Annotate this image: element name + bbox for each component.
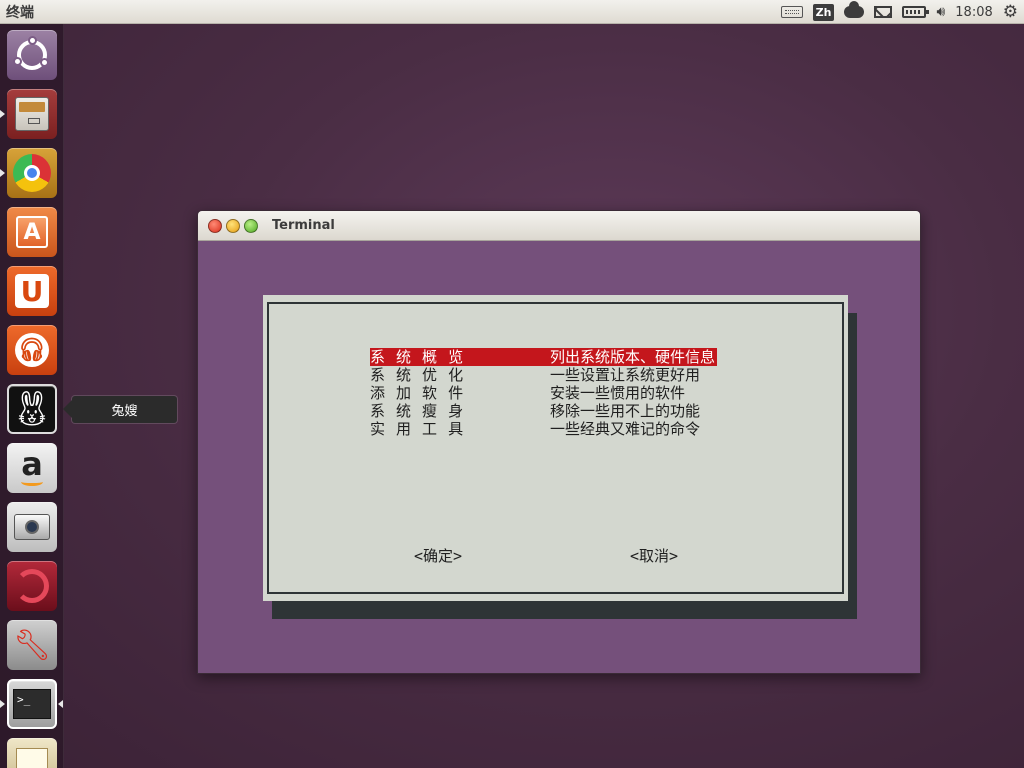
window-titlebar[interactable]: Terminal	[198, 211, 920, 241]
launcher-tusao[interactable]: 🐰︎	[7, 384, 57, 434]
launcher-red-app[interactable]	[7, 561, 57, 611]
window-title: Terminal	[272, 218, 335, 233]
menu-item-slim[interactable]: 系 统 瘦 身 移除一些用不上的功能	[370, 402, 717, 420]
running-indicator	[0, 110, 5, 118]
ubuntu-one-icon: U	[15, 274, 49, 308]
launcher: A U 🎧︎ 🐰︎ a 🔧︎ >_	[0, 24, 64, 768]
shopping-bag-icon: A	[16, 216, 48, 248]
maximize-icon[interactable]	[244, 218, 258, 233]
swirl-icon	[15, 569, 49, 603]
document-icon	[16, 748, 48, 768]
menu-item-desc: 安装一些惯用的软件	[550, 384, 686, 402]
headphones-icon: 🎧︎	[15, 333, 49, 367]
menu-item-key: 系 统 概 览	[370, 348, 550, 366]
menu-item-tools[interactable]: 实 用 工 具 一些经典又难记的命令	[370, 420, 717, 438]
menu-item-desc: 一些经典又难记的命令	[550, 420, 701, 438]
indicator-area: Zh 🔊︎ 18:08 ⚙	[780, 0, 1018, 24]
launcher-ubuntu-one[interactable]: U	[7, 266, 57, 316]
keyboard-indicator[interactable]	[780, 0, 803, 24]
messaging-indicator[interactable]	[874, 0, 893, 24]
running-indicator	[0, 169, 5, 177]
running-indicator	[0, 700, 5, 708]
menu-item-key: 添 加 软 件	[370, 384, 465, 402]
launcher-ubuntu-dash[interactable]	[7, 30, 57, 80]
menu-item-desc: 一些设置让系统更好用	[550, 366, 701, 384]
launcher-software-center[interactable]: A	[7, 207, 57, 257]
menu-item-desc: 列出系统版本、硬件信息	[550, 348, 718, 366]
focused-indicator	[58, 700, 63, 708]
menu-item-key: 实 用 工 具	[370, 420, 465, 438]
menu-item-overview[interactable]: 系 统 概 览 列出系统版本、硬件信息	[370, 348, 718, 366]
launcher-document[interactable]	[7, 738, 57, 768]
ubuntu-logo-icon	[13, 36, 49, 70]
cloud-indicator[interactable]	[844, 0, 865, 24]
launcher-terminal[interactable]: >_	[7, 679, 57, 729]
volume-icon[interactable]: 🔊︎	[936, 0, 945, 24]
mail-icon	[874, 6, 893, 18]
cancel-button[interactable]: <取消>	[630, 545, 678, 566]
camera-icon	[14, 514, 50, 540]
ok-button[interactable]: <确定>	[414, 545, 462, 566]
wrench-icon: 🔧︎	[12, 627, 52, 663]
dialog-border	[267, 302, 844, 594]
bunny-icon: 🐰︎	[10, 389, 54, 429]
launcher-ubuntu-one-music[interactable]: 🎧︎	[7, 325, 57, 375]
launcher-files[interactable]	[7, 89, 57, 139]
close-icon[interactable]	[208, 218, 222, 233]
launcher-tooltip: 兔嫂	[63, 396, 177, 423]
top-panel: 终端 Zh 🔊︎ 18:08 ⚙	[0, 0, 1024, 24]
battery-indicator[interactable]	[902, 0, 930, 24]
menu-item-key: 系 统 优 化	[370, 366, 465, 384]
terminal-window: Terminal 系 统 概 览 列出系统版本、硬件信息 系 统 优 化 一些设…	[197, 210, 921, 674]
menu-item-add-software[interactable]: 添 加 软 件 安装一些惯用的软件	[370, 384, 717, 402]
input-method-label: Zh	[812, 3, 835, 21]
launcher-chrome[interactable]	[7, 148, 57, 198]
menu-item-desc: 移除一些用不上的功能	[550, 402, 701, 420]
input-method-indicator[interactable]: Zh	[812, 0, 835, 24]
launcher-shotwell[interactable]	[7, 502, 57, 552]
cloud-icon	[844, 1, 865, 18]
file-cabinet-icon	[15, 97, 49, 131]
minimize-icon[interactable]	[226, 218, 240, 233]
menu-list: 系 统 概 览 列出系统版本、硬件信息 系 统 优 化 一些设置让系统更好用 添…	[370, 348, 718, 438]
launcher-amazon[interactable]: a	[7, 443, 57, 493]
clock[interactable]: 18:08	[955, 0, 992, 24]
session-gear-icon[interactable]: ⚙	[1003, 0, 1018, 24]
whiptail-dialog: 系 统 概 览 列出系统版本、硬件信息 系 统 优 化 一些设置让系统更好用 添…	[263, 295, 848, 601]
menu-item-optimize[interactable]: 系 统 优 化 一些设置让系统更好用	[370, 366, 717, 384]
amazon-smile-icon	[21, 478, 43, 486]
active-app-title: 终端	[6, 4, 34, 21]
battery-icon	[902, 6, 930, 18]
menu-item-key: 系 统 瘦 身	[370, 402, 465, 420]
chrome-icon	[13, 154, 51, 192]
launcher-system-tools[interactable]: 🔧︎	[7, 620, 57, 670]
keyboard-icon	[780, 6, 803, 18]
terminal-icon: >_	[13, 689, 51, 719]
